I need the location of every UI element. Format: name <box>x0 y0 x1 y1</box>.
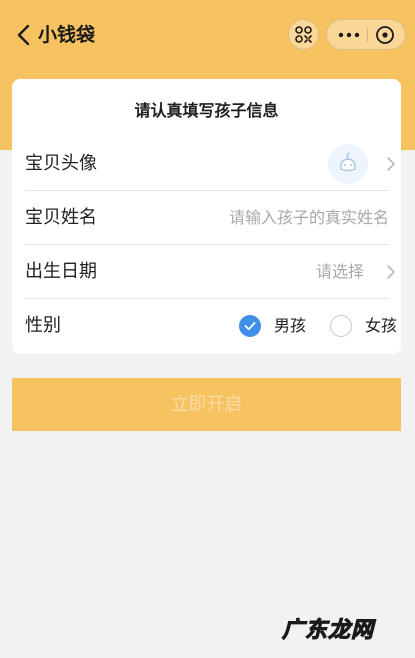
watermark-text: 广东龙网 <box>281 618 375 644</box>
scan-button[interactable] <box>288 19 319 50</box>
more-dots-icon <box>338 32 360 38</box>
gender-girl-radio[interactable] <box>330 315 352 337</box>
scan-icon <box>295 26 312 43</box>
birthday-row[interactable]: 出生日期 请选择 <box>25 245 401 299</box>
gender-label: 性别 <box>25 315 61 336</box>
name-row: 宝贝姓名 请输入孩子的真实姓名 <box>25 191 401 245</box>
birthday-label: 出生日期 <box>25 261 97 282</box>
avatar[interactable] <box>328 144 368 184</box>
child-info-card: 请认真填写孩子信息 宝贝头像 宝贝姓名 请输入孩子的真实姓名 出生日期 请选择 … <box>12 79 401 354</box>
more-button[interactable] <box>337 24 361 46</box>
capsule-divider <box>367 28 368 42</box>
chevron-right-icon <box>387 157 395 171</box>
start-button[interactable]: 立即开启 <box>12 378 401 431</box>
miniprogram-capsule <box>326 19 406 50</box>
name-label: 宝贝姓名 <box>25 207 97 228</box>
back-button[interactable] <box>14 20 36 50</box>
name-input[interactable]: 请输入孩子的真实姓名 <box>229 191 389 245</box>
chevron-left-icon <box>17 24 30 46</box>
baby-avatar-icon <box>340 152 356 172</box>
avatar-row[interactable]: 宝贝头像 <box>25 137 401 191</box>
close-circle-icon <box>376 26 394 44</box>
gender-boy-radio[interactable] <box>239 315 261 337</box>
gender-boy-label[interactable]: 男孩 <box>274 299 306 353</box>
check-icon <box>244 322 256 331</box>
gender-row: 性别 男孩 女孩 <box>25 299 401 353</box>
card-title: 请认真填写孩子信息 <box>134 101 279 120</box>
chevron-right-icon <box>387 265 395 279</box>
gender-girl-label[interactable]: 女孩 <box>365 299 397 353</box>
avatar-label: 宝贝头像 <box>25 153 97 174</box>
navigation-bar: 小钱袋 <box>0 0 415 70</box>
close-button[interactable] <box>374 24 396 46</box>
birthday-select[interactable]: 请选择 <box>316 245 364 299</box>
page-title: 小钱袋 <box>38 24 96 46</box>
